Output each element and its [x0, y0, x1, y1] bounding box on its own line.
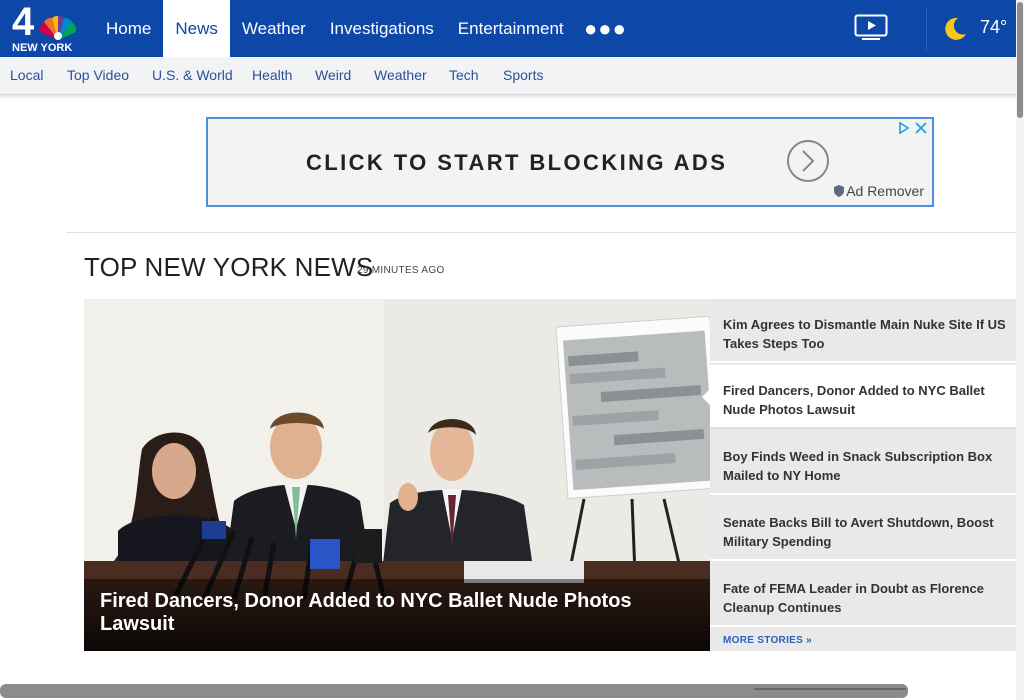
subnav-health[interactable]: Health: [252, 67, 292, 83]
peacock-icon: [39, 16, 77, 40]
story-item[interactable]: Senate Backs Bill to Avert Shutdown, Boo…: [710, 497, 1016, 561]
subnav-weather[interactable]: Weather: [374, 67, 427, 83]
vertical-scrollbar[interactable]: [1016, 0, 1024, 700]
video-player-icon[interactable]: [854, 14, 888, 42]
nav-entertainment[interactable]: Entertainment: [446, 0, 576, 57]
horizontal-scroll-track-line: [754, 688, 906, 690]
main-nav: Home News Weather Investigations Enterta…: [94, 0, 576, 57]
circle-arrow-icon[interactable]: [786, 139, 830, 183]
adchoices-close-icon[interactable]: [898, 121, 928, 135]
shield-icon: [834, 185, 845, 197]
story-title[interactable]: Boy Finds Weed in Snack Subscription Box…: [723, 447, 1013, 485]
story-item[interactable]: Kim Agrees to Dismantle Main Nuke Site I…: [710, 299, 1016, 363]
nbc4-logo[interactable]: 4 NEW YORK: [8, 0, 82, 54]
vertical-scroll-thumb[interactable]: [1017, 2, 1023, 118]
story-item-active[interactable]: Fired Dancers, Donor Added to NYC Ballet…: [702, 365, 1016, 429]
subnav-sports[interactable]: Sports: [503, 67, 543, 83]
ad-banner[interactable]: CLICK TO START BLOCKING ADS Ad Remover: [206, 117, 934, 207]
hero-headline[interactable]: Fired Dancers, Donor Added to NYC Ballet…: [100, 590, 690, 636]
hero-story[interactable]: Fired Dancers, Donor Added to NYC Ballet…: [84, 299, 710, 651]
active-pointer: [702, 389, 710, 405]
nav-news[interactable]: News: [163, 0, 230, 57]
subnav-top-video[interactable]: Top Video: [67, 67, 129, 83]
subnav-local[interactable]: Local: [10, 67, 43, 83]
ad-headline[interactable]: CLICK TO START BLOCKING ADS: [306, 150, 727, 176]
moon-icon[interactable]: [942, 16, 968, 42]
subnav-weird[interactable]: Weird: [315, 67, 351, 83]
horizontal-scroll-thumb[interactable]: [0, 684, 908, 698]
ad-remover-label: Ad Remover: [846, 183, 924, 199]
nav-weather[interactable]: Weather: [230, 0, 318, 57]
nav-investigations[interactable]: Investigations: [318, 0, 446, 57]
top-nav-bar: 4 NEW YORK Home News Weather Investigati…: [0, 0, 1016, 57]
temperature[interactable]: 74°: [980, 17, 1007, 38]
story-title[interactable]: Fired Dancers, Donor Added to NYC Ballet…: [723, 381, 1013, 419]
sub-nav-bar: Local Top Video U.S. & World Health Weir…: [0, 57, 1016, 95]
subnav-us-world[interactable]: U.S. & World: [152, 67, 233, 83]
story-item[interactable]: Boy Finds Weed in Snack Subscription Box…: [710, 431, 1016, 495]
story-list: Kim Agrees to Dismantle Main Nuke Site I…: [702, 299, 1016, 651]
story-title[interactable]: Senate Backs Bill to Avert Shutdown, Boo…: [723, 513, 1013, 551]
nav-divider: [926, 8, 927, 50]
more-dots-icon[interactable]: ●●●: [584, 18, 627, 40]
ad-remover-brand: Ad Remover: [834, 183, 924, 199]
section-title: TOP NEW YORK NEWS: [84, 252, 374, 282]
nav-home[interactable]: Home: [94, 0, 163, 57]
story-title[interactable]: Fate of FEMA Leader in Doubt as Florence…: [723, 579, 1013, 617]
more-stories-link[interactable]: MORE STORIES »: [723, 635, 812, 646]
subnav-tech[interactable]: Tech: [449, 67, 479, 83]
section-divider: [66, 232, 1016, 233]
section-timestamp: 29 MINUTES AGO: [357, 265, 445, 276]
story-item[interactable]: Fate of FEMA Leader in Doubt as Florence…: [710, 563, 1016, 627]
logo-number: 4: [12, 0, 34, 44]
story-title[interactable]: Kim Agrees to Dismantle Main Nuke Site I…: [723, 315, 1013, 353]
logo-text: NEW YORK: [12, 42, 73, 54]
